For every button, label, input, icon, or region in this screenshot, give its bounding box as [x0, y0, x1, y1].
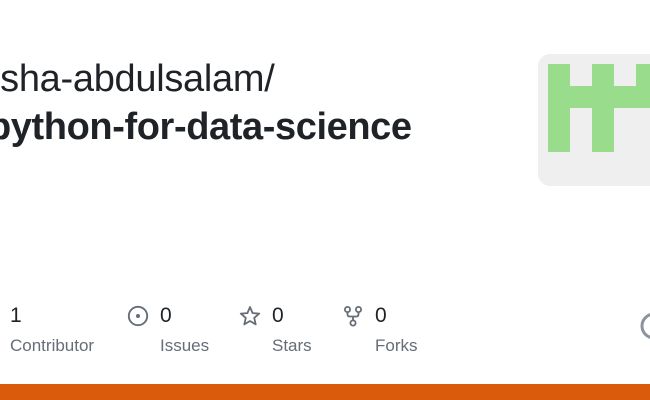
- forks-label: Forks: [375, 336, 418, 355]
- issues-count: 0: [160, 304, 172, 327]
- issue-opened-icon: [127, 305, 149, 327]
- issues-stat[interactable]: 0 Issues: [127, 302, 209, 356]
- stars-count: 0: [272, 304, 284, 327]
- owner-avatar: [538, 54, 650, 186]
- stars-label: Stars: [272, 336, 312, 355]
- stars-stat[interactable]: 0 Stars: [239, 302, 312, 356]
- contributors-label: Contributor: [10, 336, 95, 355]
- repo-forked-icon: [342, 305, 364, 327]
- forks-count: 0: [375, 304, 387, 327]
- star-icon: [239, 305, 261, 327]
- contributors-count: 1: [10, 304, 22, 327]
- identicon-pattern: [548, 64, 650, 152]
- language-bar: [0, 384, 650, 400]
- contributors-stat[interactable]: 1 Contributor: [10, 302, 94, 356]
- issues-label: Issues: [160, 336, 210, 355]
- forks-stat[interactable]: 0 Forks: [342, 302, 418, 356]
- repo-owner[interactable]: isha-abdulsalam/: [0, 58, 275, 101]
- github-logo-icon: [640, 312, 650, 340]
- repo-name[interactable]: python-for-data-science: [0, 106, 412, 149]
